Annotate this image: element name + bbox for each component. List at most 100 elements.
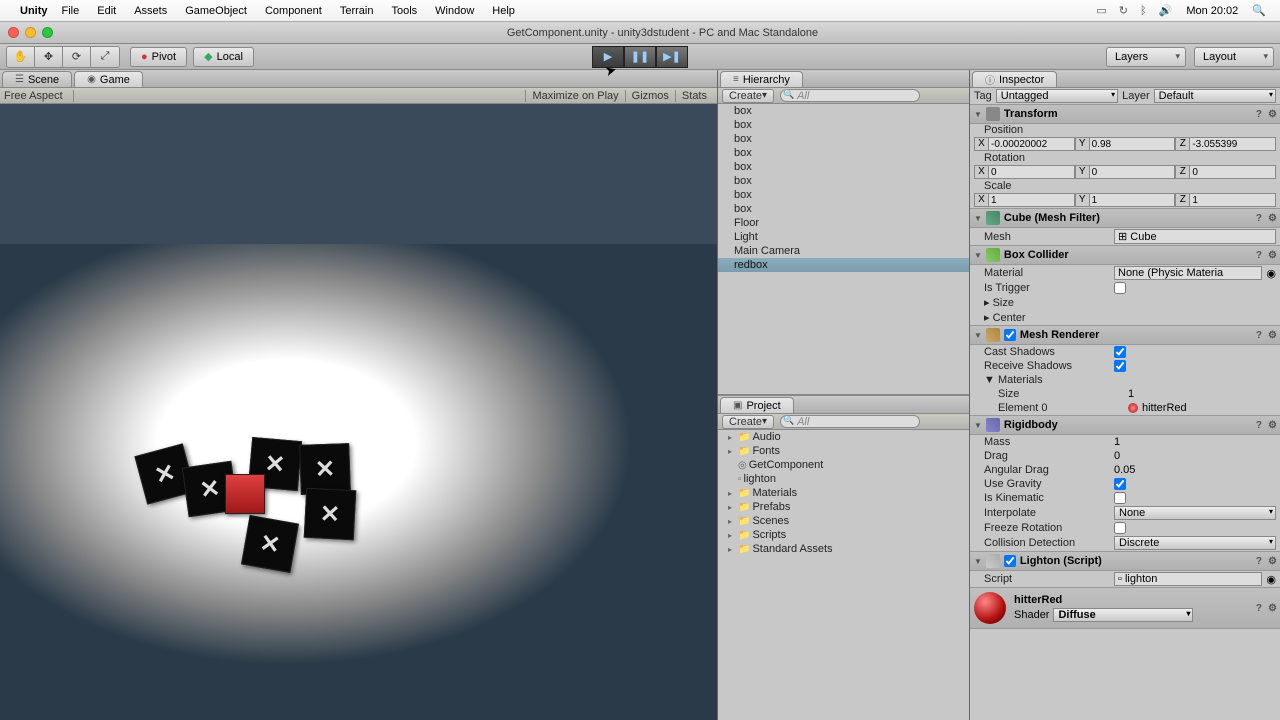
hierarchy-item[interactable]: box [718,118,969,132]
gear-icon[interactable]: ⚙ [1268,603,1277,614]
project-folder[interactable]: ▸📁 Audio [718,430,969,444]
display-icon[interactable]: ▭ [1096,4,1106,17]
collider-size-label[interactable]: ▸ Size [984,296,1114,309]
menu-edit[interactable]: Edit [97,5,116,17]
project-asset[interactable]: ▫ lighton [718,472,969,486]
project-folder[interactable]: ▸📁 Materials [718,486,969,500]
hierarchy-item[interactable]: box [718,174,969,188]
gravity-checkbox[interactable] [1114,478,1126,490]
gear-icon[interactable]: ⚙ [1268,213,1277,224]
bluetooth-icon[interactable]: ᛒ [1140,5,1147,17]
help-icon[interactable]: ? [1256,420,1262,431]
help-icon[interactable]: ? [1256,603,1262,614]
aspect-dropdown[interactable]: Free Aspect [4,90,74,102]
mass-value[interactable]: 1 [1114,436,1120,448]
tab-game[interactable]: ◉Game [74,71,143,87]
help-icon[interactable]: ? [1256,556,1262,567]
menu-help[interactable]: Help [492,5,515,17]
script-header[interactable]: ▼Lighton (Script)?⚙ [970,551,1280,571]
help-icon[interactable]: ? [1256,109,1262,120]
element0-value[interactable]: hitterRed [1142,402,1187,414]
hierarchy-list[interactable]: boxboxboxboxboxboxboxboxFloorLightMain C… [718,104,969,394]
gear-icon[interactable]: ⚙ [1268,330,1277,341]
tab-project[interactable]: ▣Project [720,397,794,413]
hierarchy-item[interactable]: Floor [718,216,969,230]
angdrag-value[interactable]: 0.05 [1114,464,1135,476]
project-create-button[interactable]: Create ▾ [722,415,774,429]
gizmos-toggle[interactable]: Gizmos [625,90,675,102]
timemachine-icon[interactable]: ↻ [1119,4,1128,17]
project-list[interactable]: ▸📁 Audio▸📁 Fonts◎ GetComponent▫ lighton▸… [718,430,969,720]
meshfilter-header[interactable]: ▼Cube (Mesh Filter)?⚙ [970,208,1280,228]
tag-dropdown[interactable]: Untagged [996,89,1118,103]
kinematic-checkbox[interactable] [1114,492,1126,504]
help-icon[interactable]: ? [1256,250,1262,261]
hierarchy-item[interactable]: redbox [718,258,969,272]
freeze-checkbox[interactable] [1114,522,1126,534]
colldet-dropdown[interactable]: Discrete [1114,536,1276,550]
menu-terrain[interactable]: Terrain [340,5,374,17]
zoom-window-button[interactable] [42,27,53,38]
rotate-tool[interactable]: ⟳ [63,47,91,67]
hierarchy-item[interactable]: Light [718,230,969,244]
app-name[interactable]: Unity [20,5,48,17]
help-icon[interactable]: ? [1256,330,1262,341]
volume-icon[interactable]: 🔊 [1159,4,1173,17]
hierarchy-item[interactable]: box [718,132,969,146]
menu-window[interactable]: Window [435,5,474,17]
hand-tool[interactable]: ✋ [7,47,35,67]
hierarchy-item[interactable]: box [718,160,969,174]
gear-icon[interactable]: ⚙ [1268,556,1277,567]
project-folder[interactable]: ▸📁 Scenes [718,514,969,528]
rotation-z[interactable] [1189,165,1276,179]
position-z[interactable] [1189,137,1276,151]
rigidbody-header[interactable]: ▼Rigidbody?⚙ [970,415,1280,435]
stats-toggle[interactable]: Stats [675,90,713,102]
gear-icon[interactable]: ⚙ [1268,109,1277,120]
material-header[interactable]: hitterRed Shader Diffuse ?⚙ [970,587,1280,629]
drag-value[interactable]: 0 [1114,450,1120,462]
renderer-header[interactable]: ▼Mesh Renderer?⚙ [970,325,1280,345]
pause-button[interactable]: ❚❚ [624,46,656,68]
project-folder[interactable]: ▸📁 Prefabs [718,500,969,514]
menu-assets[interactable]: Assets [134,5,167,17]
object-picker-icon[interactable]: ◉ [1266,267,1276,280]
maximize-toggle[interactable]: Maximize on Play [525,90,624,102]
cast-checkbox[interactable] [1114,346,1126,358]
shader-dropdown[interactable]: Diffuse [1053,608,1193,622]
hierarchy-item[interactable]: box [718,146,969,160]
layout-dropdown[interactable]: Layout [1194,47,1274,67]
physmat-value[interactable]: None (Physic Materia [1114,266,1262,280]
menu-file[interactable]: File [62,5,80,17]
rotation-x[interactable] [988,165,1075,179]
spotlight-icon[interactable]: 🔍 [1252,4,1266,17]
layer-dropdown[interactable]: Default [1154,89,1276,103]
gear-icon[interactable]: ⚙ [1268,250,1277,261]
tab-scene[interactable]: ☰Scene [2,71,72,87]
play-button[interactable]: ▶ [592,46,624,68]
project-folder[interactable]: ▸📁 Standard Assets [718,542,969,556]
hierarchy-search[interactable]: All [780,89,920,102]
gear-icon[interactable]: ⚙ [1268,420,1277,431]
move-tool[interactable]: ✥ [35,47,63,67]
scale-y[interactable] [1089,193,1176,207]
position-x[interactable] [988,137,1075,151]
pivot-toggle[interactable]: ●Pivot [130,47,187,67]
position-y[interactable] [1089,137,1176,151]
transform-header[interactable]: ▼Transform?⚙ [970,104,1280,124]
hierarchy-item[interactable]: box [718,188,969,202]
collider-header[interactable]: ▼Box Collider?⚙ [970,245,1280,265]
hierarchy-item[interactable]: Main Camera [718,244,969,258]
step-button[interactable]: ▶❚ [656,46,688,68]
menu-gameobject[interactable]: GameObject [185,5,247,17]
project-folder[interactable]: ▸📁 Fonts [718,444,969,458]
hierarchy-item[interactable]: box [718,202,969,216]
close-window-button[interactable] [8,27,19,38]
project-folder[interactable]: ▸📁 Scripts [718,528,969,542]
project-search[interactable]: All [780,415,920,428]
script-value[interactable]: ▫ lighton [1114,572,1262,586]
scale-z[interactable] [1189,193,1276,207]
trigger-checkbox[interactable] [1114,282,1126,294]
tab-inspector[interactable]: ⓘInspector [972,71,1057,87]
local-toggle[interactable]: ◆Local [193,47,254,67]
